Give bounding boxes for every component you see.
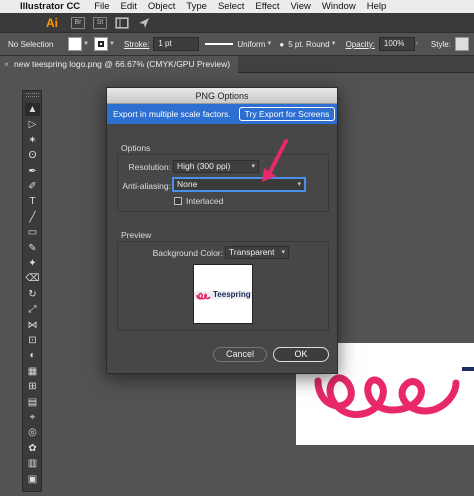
menu-select[interactable]: Select bbox=[218, 1, 244, 12]
chevron-down-icon: ▾ bbox=[251, 163, 255, 170]
profile-dropdown[interactable]: ▼ bbox=[266, 38, 273, 50]
stroke-label[interactable]: Stroke: bbox=[124, 40, 149, 49]
application-bar: Ai Br St bbox=[0, 13, 474, 32]
chevron-down-icon: ▾ bbox=[281, 249, 285, 256]
shaper-tool-icon[interactable]: ✦ bbox=[25, 257, 40, 270]
document-tab[interactable]: × new teespring logo.png @ 66.67% (CMYK/… bbox=[0, 56, 239, 73]
menu-type[interactable]: Type bbox=[186, 1, 207, 12]
cancel-button[interactable]: Cancel bbox=[213, 347, 267, 362]
curvature-tool-icon[interactable]: ✐ bbox=[25, 180, 40, 193]
menu-effect[interactable]: Effect bbox=[255, 1, 279, 12]
brush-dot-icon: ● bbox=[279, 39, 285, 49]
ok-button[interactable]: OK bbox=[273, 347, 329, 362]
fill-dropdown[interactable]: ▼ bbox=[83, 38, 90, 50]
dialog-title: PNG Options bbox=[107, 88, 337, 104]
artboard-tool-icon[interactable]: ▣ bbox=[25, 473, 40, 486]
stroke-weight-field[interactable]: 1 pt bbox=[153, 37, 200, 51]
paintbrush-tool-icon[interactable]: ✎ bbox=[25, 242, 40, 255]
style-label: Style: bbox=[430, 39, 451, 49]
gradient-tool-icon[interactable]: ▤ bbox=[25, 396, 40, 409]
eraser-tool-icon[interactable]: ⌫ bbox=[25, 272, 40, 285]
png-options-dialog: PNG Options Export in multiple scale fac… bbox=[106, 87, 338, 374]
try-export-for-screens-button[interactable]: Try Export for Screens bbox=[238, 107, 336, 121]
perspective-grid-tool-icon[interactable]: ▦ bbox=[25, 365, 40, 378]
stroke-profile-preview bbox=[205, 43, 234, 45]
lasso-tool-icon[interactable]: ʘ bbox=[25, 149, 40, 162]
background-color-value: Transparent bbox=[229, 247, 275, 257]
png-preview: Teespring bbox=[193, 264, 253, 324]
mesh-tool-icon[interactable]: ⊞ bbox=[25, 380, 40, 393]
export-notice-bar: Export in multiple scale factors. Try Ex… bbox=[107, 104, 337, 124]
opacity-label[interactable]: Opacity: bbox=[346, 40, 375, 49]
graphic-style-swatch[interactable] bbox=[454, 37, 469, 51]
menu-file[interactable]: File bbox=[94, 1, 109, 12]
pen-tool-icon[interactable]: ✒ bbox=[25, 165, 40, 178]
tools-panel: ▲ ▷ ✶ ʘ ✒ ✐ T ╱ ▭ ✎ ✦ ⌫ ↻ ⤢ ⋈ ⊡ ◐ ▦ ⊞ ▤ ⌖ ◎ ✿ ▥ ▣ bbox=[22, 90, 42, 492]
stroke-swatch[interactable] bbox=[94, 37, 108, 51]
blend-tool-icon[interactable]: ◎ bbox=[25, 426, 40, 439]
opacity-arrow-icon[interactable]: › bbox=[416, 38, 423, 50]
resolution-label: Resolution: bbox=[128, 162, 171, 172]
menu-view[interactable]: View bbox=[290, 1, 310, 12]
rectangle-tool-icon[interactable]: ▭ bbox=[25, 226, 40, 239]
logo-mark-tail bbox=[462, 367, 474, 371]
app-menu[interactable]: Illustrator CC bbox=[20, 1, 80, 12]
options-group-title: Options bbox=[121, 143, 151, 153]
background-color-select[interactable]: Transparent ▾ bbox=[225, 246, 289, 259]
interlaced-label: Interlaced bbox=[186, 196, 224, 206]
gpu-performance-icon[interactable] bbox=[137, 17, 151, 29]
workspace-icon[interactable] bbox=[115, 16, 129, 29]
symbol-sprayer-tool-icon[interactable]: ✿ bbox=[25, 442, 40, 455]
stroke-profile[interactable]: Uniform bbox=[237, 40, 265, 49]
illustrator-logo: Ai bbox=[46, 15, 58, 30]
selection-status: No Selection bbox=[8, 39, 54, 49]
background-color-label: Background Color: bbox=[152, 248, 223, 258]
fill-swatch[interactable] bbox=[68, 37, 82, 51]
stock-icon[interactable]: St bbox=[93, 16, 107, 29]
annotation-arrow-icon bbox=[262, 139, 288, 182]
column-graph-tool-icon[interactable]: ▥ bbox=[25, 457, 40, 470]
shape-builder-tool-icon[interactable]: ◐ bbox=[25, 349, 40, 362]
chevron-down-icon: ▾ bbox=[297, 181, 301, 188]
preview-logo-text: Teespring bbox=[213, 290, 251, 299]
stroke-dropdown[interactable]: ▼ bbox=[109, 38, 116, 50]
interlaced-checkbox[interactable] bbox=[174, 197, 182, 205]
menu-window[interactable]: Window bbox=[322, 1, 356, 12]
type-tool-icon[interactable]: T bbox=[25, 195, 40, 208]
logo-loops bbox=[314, 374, 460, 419]
preview-group-title: Preview bbox=[121, 230, 152, 240]
rotate-tool-icon[interactable]: ↻ bbox=[25, 288, 40, 301]
menu-help[interactable]: Help bbox=[367, 1, 387, 12]
anti-aliasing-label: Anti-aliasing: bbox=[122, 181, 171, 191]
direct-selection-tool-icon[interactable]: ▷ bbox=[25, 118, 40, 131]
document-tab-bar: × new teespring logo.png @ 66.67% (CMYK/… bbox=[0, 56, 474, 73]
scale-tool-icon[interactable]: ⤢ bbox=[25, 303, 40, 316]
export-message: Export in multiple scale factors. bbox=[113, 109, 231, 119]
control-bar: No Selection ▼ ▼ Stroke: 1 pt Uniform ▼ … bbox=[0, 32, 474, 56]
width-tool-icon[interactable]: ⋈ bbox=[25, 319, 40, 332]
anti-aliasing-value: None bbox=[177, 179, 198, 189]
brush-dropdown[interactable]: ▼ bbox=[331, 38, 338, 50]
resolution-select[interactable]: High (300 ppi) ▾ bbox=[173, 160, 259, 173]
panel-grip[interactable] bbox=[26, 93, 39, 97]
document-title: new teespring logo.png @ 66.67% (CMYK/GP… bbox=[14, 59, 231, 69]
brush-definition[interactable]: 5 pt. Round bbox=[288, 40, 329, 49]
menu-bar: Illustrator CC File Edit Object Type Sel… bbox=[0, 0, 474, 13]
line-segment-tool-icon[interactable]: ╱ bbox=[25, 211, 40, 224]
free-transform-tool-icon[interactable]: ⊡ bbox=[25, 334, 40, 347]
menu-edit[interactable]: Edit bbox=[121, 1, 137, 12]
resolution-value: High (300 ppi) bbox=[177, 161, 231, 171]
bridge-icon[interactable]: Br bbox=[71, 16, 85, 29]
eyedropper-tool-icon[interactable]: ⌖ bbox=[25, 411, 40, 424]
magic-wand-tool-icon[interactable]: ✶ bbox=[25, 134, 40, 147]
menu-object[interactable]: Object bbox=[148, 1, 175, 12]
selection-tool-icon[interactable]: ▲ bbox=[25, 103, 40, 116]
close-tab-icon[interactable]: × bbox=[4, 56, 9, 73]
opacity-field[interactable]: 100% bbox=[378, 37, 415, 51]
